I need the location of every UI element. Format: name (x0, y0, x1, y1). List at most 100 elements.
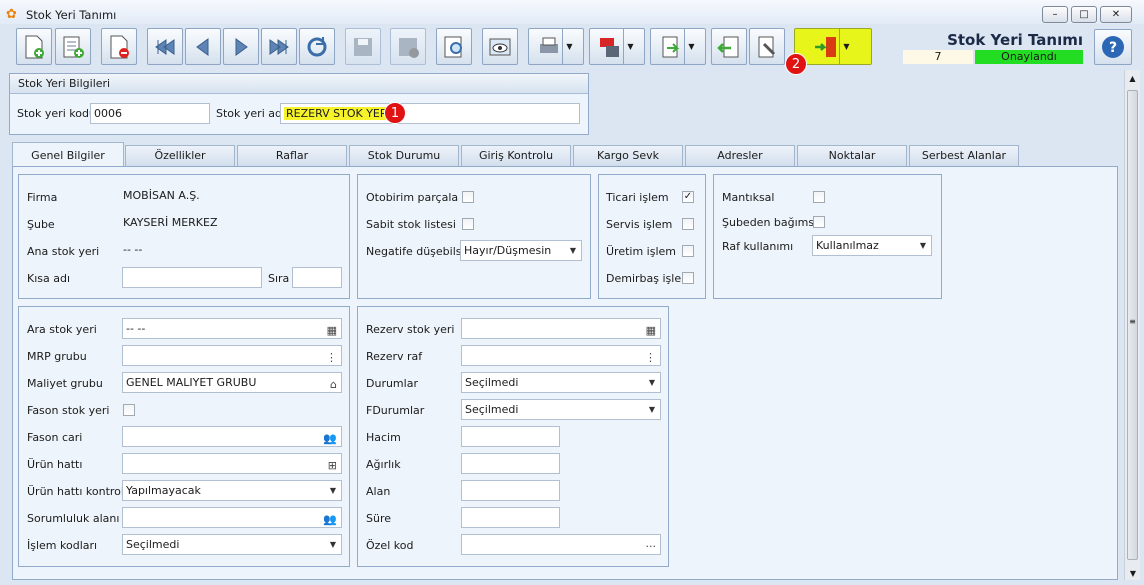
urun-hatti-kontrolu-select[interactable]: Yapılmayacak ▼ (122, 480, 342, 501)
app-butterfly-icon: ✿ (6, 7, 17, 22)
rezerv-raf-field[interactable]: ⋮ (461, 345, 661, 366)
save-button[interactable] (345, 28, 381, 65)
people-icon[interactable]: 👥 (323, 510, 337, 527)
tab-serbest-alanlar[interactable]: Serbest Alanlar (909, 145, 1019, 166)
new-list-button[interactable] (55, 28, 91, 65)
sabit-stok-checkbox[interactable] (462, 218, 474, 230)
first-record-button[interactable] (147, 28, 183, 65)
dropdown-arrow-icon[interactable]: ▼ (623, 29, 637, 64)
scroll-down-icon[interactable]: ▼ (1125, 569, 1141, 578)
print-button[interactable]: ▼ (528, 28, 584, 65)
stock-code-field[interactable]: 0006 (90, 103, 210, 124)
fason-stok-checkbox[interactable] (123, 404, 135, 416)
tab-noktalar[interactable]: Noktalar (797, 145, 907, 166)
status-badge: Onaylandı (975, 50, 1083, 64)
demirbas-checkbox[interactable] (682, 272, 694, 284)
tab-kargo-sevk[interactable]: Kargo Sevk (573, 145, 683, 166)
agirlik-field[interactable] (461, 453, 560, 474)
bank-icon[interactable]: ⌂ (330, 375, 337, 392)
maliyet-grubu-field[interactable]: GENEL MALIYET GRUBU ⌂ (122, 372, 342, 393)
islem-kodlari-value: Seçilmedi (126, 538, 180, 551)
ana-stok-yeri-label: Ana stok yeri (27, 245, 100, 258)
page-title: Stok Yeri Tanımı (947, 31, 1083, 49)
mantiksal-checkbox[interactable] (813, 191, 825, 203)
pdf-export-button[interactable]: ▼ (589, 28, 645, 65)
previous-record-button[interactable] (185, 28, 221, 65)
negatife-select[interactable]: Hayır/Düşmesin ▼ (460, 240, 582, 261)
close-button[interactable]: ✕ (1100, 6, 1132, 23)
line-icon[interactable]: ⊞ (328, 456, 337, 473)
ellipsis-button[interactable]: ··· (646, 537, 657, 554)
dropdown-arrow-icon[interactable]: ▼ (839, 29, 853, 64)
otobirim-checkbox[interactable] (462, 191, 474, 203)
transfer-button[interactable]: ▼ (650, 28, 706, 65)
tree-icon[interactable]: ⋮ (645, 348, 656, 365)
delete-button[interactable] (101, 28, 137, 65)
ara-stok-field[interactable]: -- -- ▦ (122, 318, 342, 339)
subeden-bagimsiz-checkbox[interactable] (813, 216, 825, 228)
minimize-button[interactable]: – (1042, 6, 1068, 23)
view-button[interactable] (482, 28, 518, 65)
tab-genel-bilgiler[interactable]: Genel Bilgiler (12, 142, 124, 167)
ticari-label: Ticari işlem (606, 191, 669, 204)
raf-kullanimi-select[interactable]: Kullanılmaz ▼ (812, 235, 932, 256)
raf-kullanimi-label: Raf kullanımı (722, 240, 794, 253)
tab-giris-kontrolu[interactable]: Giriş Kontrolu (461, 145, 571, 166)
delete-document-icon (110, 35, 129, 58)
vertical-scrollbar[interactable]: ▲ ≡ ▼ (1124, 70, 1140, 580)
lookup-list-icon[interactable]: ▦ (646, 321, 656, 338)
next-record-button[interactable] (223, 28, 259, 65)
scroll-thumb[interactable]: ≡ (1127, 90, 1138, 560)
urun-hatti-field[interactable]: ⊞ (122, 453, 342, 474)
dropdown-arrow-icon[interactable]: ▼ (562, 29, 576, 64)
import-button[interactable] (711, 28, 747, 65)
fason-stok-label: Fason stok yeri (27, 404, 110, 417)
new-document-icon (25, 35, 44, 58)
new-document-button[interactable] (16, 28, 52, 65)
kisa-adi-field[interactable] (122, 267, 262, 288)
lookup-list-icon[interactable]: ▦ (327, 321, 337, 338)
tab-ozellikler[interactable]: Özellikler (125, 145, 235, 166)
refresh-button[interactable] (299, 28, 335, 65)
settings-button[interactable] (749, 28, 785, 65)
hacim-field[interactable] (461, 426, 560, 447)
tree-icon[interactable]: ⋮ (326, 348, 337, 365)
uretim-checkbox[interactable] (682, 245, 694, 257)
tab-adresler[interactable]: Adresler (685, 145, 795, 166)
save-cancel-button[interactable] (390, 28, 426, 65)
scroll-up-icon[interactable]: ▲ (1125, 74, 1140, 83)
durumlar-label: Durumlar (366, 377, 418, 390)
dropdown-arrow-icon[interactable]: ▼ (684, 29, 698, 64)
badge-2: 2 (785, 53, 807, 75)
rezerv-raf-label: Rezerv raf (366, 350, 423, 363)
group-header: Stok Yeri Bilgileri (10, 74, 588, 94)
people-icon[interactable]: 👥 (323, 429, 337, 446)
tab-raflar[interactable]: Raflar (237, 145, 347, 166)
last-record-button[interactable] (261, 28, 297, 65)
ana-stok-yeri-field: -- -- (123, 243, 143, 256)
fdurumlar-select[interactable]: Seçilmedi ▼ (461, 399, 661, 420)
rezerv-stok-field[interactable]: ▦ (461, 318, 661, 339)
alan-field[interactable] (461, 480, 560, 501)
maximize-button[interactable]: □ (1071, 6, 1097, 23)
tab-stok-durumu[interactable]: Stok Durumu (349, 145, 459, 166)
dropdown-arrow-icon: ▼ (648, 378, 655, 387)
ticari-checkbox[interactable]: ✓ (682, 191, 694, 203)
preview-button[interactable] (436, 28, 472, 65)
fason-cari-field[interactable]: 👥 (122, 426, 342, 447)
ozel-kod-field[interactable]: ··· (461, 534, 661, 555)
stock-name-field[interactable]: REZERV STOK YERİ (280, 103, 580, 124)
servis-checkbox[interactable] (682, 218, 694, 230)
sorumluluk-field[interactable]: 👥 (122, 507, 342, 528)
durumlar-select[interactable]: Seçilmedi ▼ (461, 372, 661, 393)
sure-field[interactable] (461, 507, 560, 528)
mrp-grubu-label: MRP grubu (27, 350, 87, 363)
help-button[interactable]: ? (1094, 29, 1132, 65)
urun-hatti-label: Ürün hattı (27, 458, 83, 471)
sira-field[interactable] (292, 267, 342, 288)
islem-kodlari-select[interactable]: Seçilmedi ▼ (122, 534, 342, 555)
stock-code-label: Stok yeri kodu (17, 107, 96, 120)
sure-label: Süre (366, 512, 392, 525)
mrp-grubu-field[interactable]: ⋮ (122, 345, 342, 366)
maliyet-grubu-value: GENEL MALIYET GRUBU (126, 376, 257, 389)
